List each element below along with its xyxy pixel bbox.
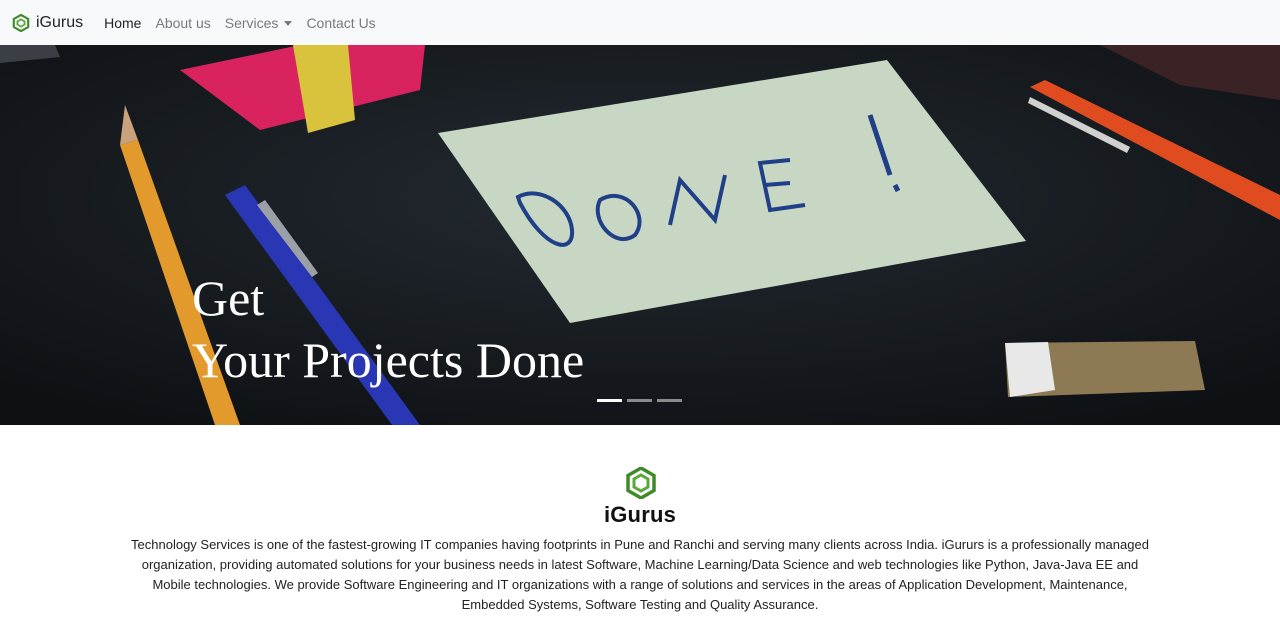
company-name: iGurus bbox=[603, 502, 677, 527]
hero-carousel: Get Your Projects Done bbox=[0, 45, 1280, 425]
nav-contact-us[interactable]: Contact Us bbox=[299, 15, 382, 31]
caret-down-icon bbox=[284, 20, 293, 26]
nav-home[interactable]: Home bbox=[97, 15, 148, 31]
hero-headline-line-1: Get bbox=[192, 270, 265, 326]
carousel-indicator-2[interactable] bbox=[627, 399, 652, 402]
nav-services-label: Services bbox=[224, 14, 279, 31]
nav-menu: Home About us Services Contact Us bbox=[97, 15, 383, 31]
brand-link[interactable]: iGurus bbox=[12, 13, 84, 32]
brand-name: iGurus bbox=[36, 13, 84, 31]
hero-headline: Get Your Projects Done bbox=[192, 267, 584, 391]
nav-services-dropdown[interactable]: Services bbox=[218, 15, 300, 31]
navbar: iGurus Home About us Services Contact Us bbox=[0, 0, 1280, 45]
hexagon-logo-icon bbox=[626, 467, 656, 499]
company-description: Technology Services is one of the fastes… bbox=[131, 537, 1149, 612]
hero-headline-line-2: Your Projects Done bbox=[192, 332, 585, 388]
carousel-indicator-1[interactable] bbox=[597, 399, 622, 402]
nav-about-us[interactable]: About us bbox=[148, 15, 217, 31]
carousel-indicator-3[interactable] bbox=[657, 399, 682, 402]
carousel-indicators bbox=[597, 399, 687, 402]
hexagon-logo-icon bbox=[12, 13, 30, 32]
